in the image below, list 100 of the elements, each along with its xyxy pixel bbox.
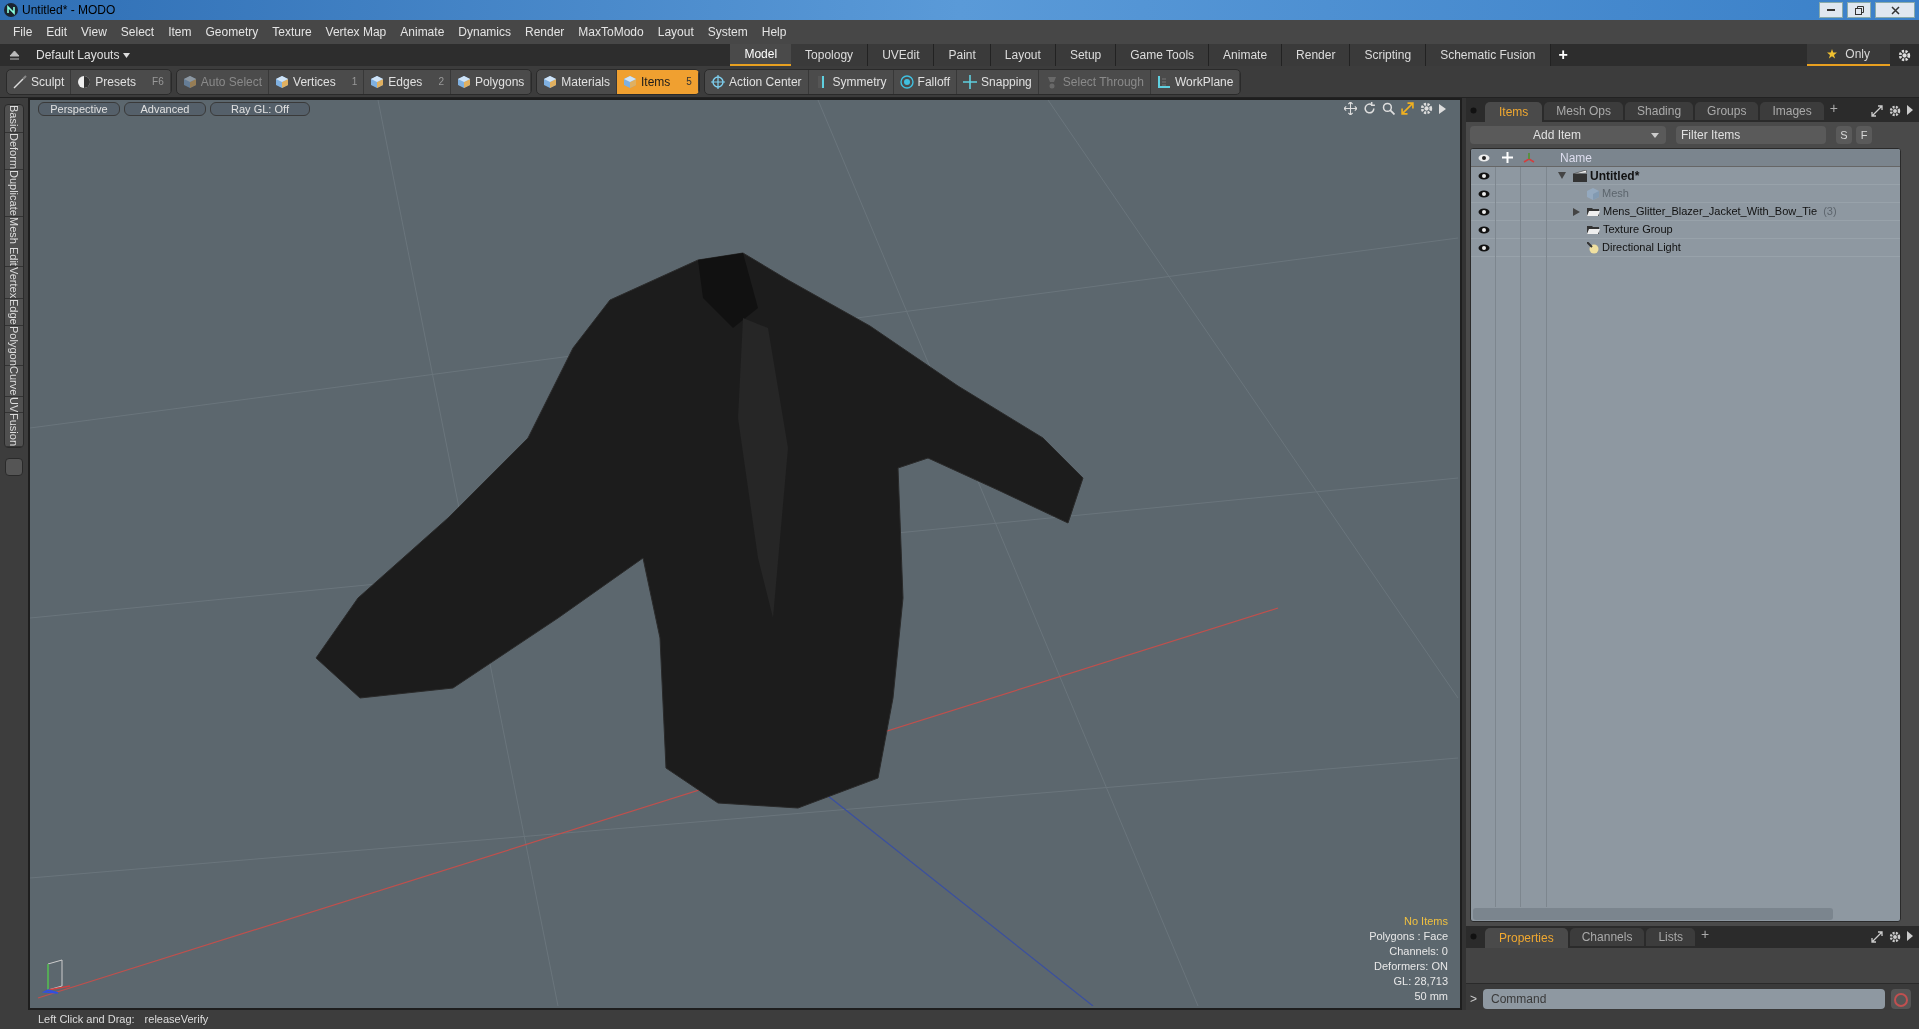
layout-tab[interactable]: Layout: [990, 44, 1056, 66]
expand-icon[interactable]: [1871, 105, 1883, 117]
expand-arrow-icon[interactable]: [1558, 172, 1566, 179]
menu-item[interactable]: System: [700, 23, 755, 41]
side-tab[interactable]: UV: [5, 396, 23, 414]
toolbar-button[interactable]: Vertices 1: [269, 69, 365, 94]
panel-tab[interactable]: Channels: [1569, 928, 1645, 946]
s-button[interactable]: S: [1836, 126, 1852, 144]
toolbar-button[interactable]: Symmetry: [808, 69, 894, 94]
menu-item[interactable]: Item: [161, 23, 199, 41]
eye-icon[interactable]: [1478, 225, 1490, 234]
toolbar-button[interactable]: Presets F6: [71, 69, 171, 94]
side-tab[interactable]: Duplicate: [5, 169, 23, 217]
3d-viewport[interactable]: Perspective Advanced Ray GL: Off No Items Polygons : Face Channels: 0 Deformers: ON GL: 28,713 50 mm: [28, 98, 1462, 1010]
layout-tab[interactable]: Game Tools: [1116, 44, 1210, 66]
eye-icon[interactable]: [1478, 207, 1490, 216]
rotate-icon[interactable]: [1363, 102, 1376, 115]
menu-item[interactable]: Layout: [650, 23, 701, 41]
restore-button[interactable]: [1847, 2, 1871, 18]
tree-item[interactable]: Untitled*: [1590, 166, 1640, 185]
layout-tab[interactable]: Render: [1282, 44, 1351, 66]
panel-tab[interactable]: Items: [1485, 102, 1543, 122]
menu-item[interactable]: Animate: [393, 23, 452, 41]
menu-item[interactable]: Help: [754, 23, 794, 41]
panel-tab[interactable]: Images: [1760, 102, 1824, 120]
panel-tab[interactable]: Groups: [1695, 102, 1759, 120]
layout-tab[interactable]: Scripting: [1350, 44, 1427, 66]
settings-icon[interactable]: [1889, 931, 1901, 943]
menu-item[interactable]: Render: [518, 23, 572, 41]
side-tab[interactable]: Fusion: [5, 413, 23, 448]
f-button[interactable]: F: [1856, 126, 1872, 144]
layout-tab[interactable]: UVEdit: [868, 44, 935, 66]
menu-item[interactable]: Geometry: [198, 23, 266, 41]
only-button[interactable]: Only: [1807, 44, 1890, 66]
command-field[interactable]: Command: [1483, 989, 1885, 1009]
play-arrow-icon[interactable]: [1907, 931, 1913, 941]
panel-tab[interactable]: Shading: [1625, 102, 1694, 120]
layout-tab[interactable]: Topology: [791, 44, 869, 66]
maximize-icon[interactable]: [1401, 102, 1414, 115]
tree-item[interactable]: Directional Light: [1602, 239, 1681, 256]
menu-item[interactable]: Texture: [265, 23, 319, 41]
cube-icon: [1587, 187, 1599, 200]
panel-tab[interactable]: Mesh Ops: [1544, 102, 1624, 120]
eye-icon[interactable]: [1478, 189, 1490, 198]
horizontal-scrollbar[interactable]: [1473, 908, 1833, 920]
toolbar-button[interactable]: Polygons: [450, 69, 532, 94]
add-tab-button[interactable]: +: [1701, 924, 1710, 945]
panel-tab[interactable]: Properties: [1485, 928, 1568, 948]
search-icon[interactable]: [1382, 102, 1395, 115]
toolbar-button[interactable]: Edges 2: [364, 69, 451, 94]
menu-item[interactable]: File: [6, 23, 40, 41]
collapse-arrow-icon[interactable]: [9, 50, 20, 60]
toolbar-button[interactable]: Action Center: [704, 69, 809, 94]
filter-field[interactable]: Filter Items: [1676, 126, 1826, 144]
eye-icon[interactable]: [1478, 243, 1490, 252]
layout-tab[interactable]: Schematic Fusion: [1426, 44, 1551, 66]
collapse-arrow-icon[interactable]: [1572, 207, 1580, 216]
eye-icon[interactable]: [1478, 153, 1490, 162]
side-tab[interactable]: Mesh Edit: [5, 216, 23, 267]
add-tab-button[interactable]: +: [1558, 43, 1568, 67]
toolbar-button[interactable]: WorkPlane: [1150, 69, 1241, 94]
side-tab[interactable]: Vertex: [5, 266, 23, 299]
add-item-dropdown[interactable]: Add Item: [1470, 126, 1666, 144]
settings-icon[interactable]: [1898, 48, 1911, 62]
menu-item[interactable]: Select: [113, 23, 162, 41]
toolbar-button[interactable]: Sculpt: [7, 69, 72, 94]
viewport-option-button[interactable]: Perspective: [38, 102, 120, 116]
menu-item[interactable]: MaxToModo: [571, 23, 651, 41]
panel-tab[interactable]: Lists: [1646, 928, 1696, 946]
side-tab[interactable]: Edge: [5, 298, 23, 326]
layouts-dropdown[interactable]: Default Layouts: [36, 46, 131, 64]
layout-tab[interactable]: Model: [730, 44, 792, 66]
eye-icon[interactable]: [1478, 171, 1490, 180]
side-tab[interactable]: Deform: [5, 132, 23, 170]
tree-item[interactable]: Texture Group: [1603, 221, 1673, 238]
play-arrow-icon[interactable]: [1439, 103, 1446, 114]
tree-item[interactable]: Mens_Glitter_Blazer_Jacket_With_Bow_Tie: [1603, 203, 1818, 220]
menu-item[interactable]: View: [74, 23, 114, 41]
play-arrow-icon[interactable]: [1907, 105, 1913, 115]
move-icon[interactable]: [1344, 102, 1357, 115]
crosshair-icon: [710, 74, 725, 89]
viewport-option-button[interactable]: Ray GL: Off: [210, 102, 310, 116]
menu-item[interactable]: Vertex Map: [318, 23, 394, 41]
close-button[interactable]: [1875, 2, 1915, 18]
menu-item[interactable]: Edit: [39, 23, 75, 41]
layout-tab[interactable]: Setup: [1055, 44, 1117, 66]
viewport-option-button[interactable]: Advanced: [124, 102, 206, 116]
layout-tab[interactable]: Animate: [1209, 44, 1283, 66]
toolbar-button[interactable]: Snapping: [957, 69, 1039, 94]
menu-item[interactable]: Dynamics: [451, 23, 518, 41]
toolbar-button[interactable]: Falloff: [893, 69, 958, 94]
toolbar-button[interactable]: Items 5: [617, 69, 699, 94]
side-tab[interactable]: Polygon: [5, 325, 23, 367]
settings-icon[interactable]: [1889, 105, 1901, 117]
layout-tab[interactable]: Paint: [934, 44, 991, 66]
side-tab[interactable]: Curve: [5, 366, 23, 397]
minimize-button[interactable]: [1819, 2, 1843, 18]
add-tab-button[interactable]: +: [1829, 98, 1838, 119]
side-tab[interactable]: Basic: [5, 105, 23, 133]
expand-icon[interactable]: [1871, 931, 1883, 943]
